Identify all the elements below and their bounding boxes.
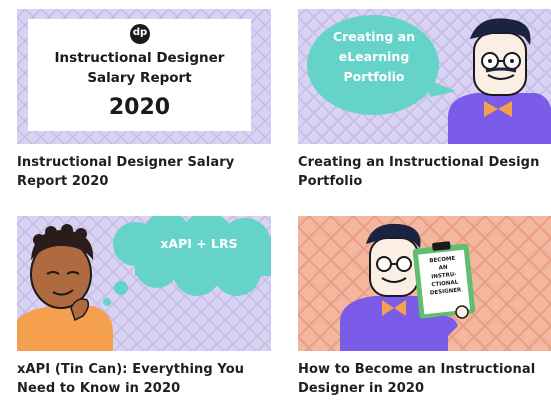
bubble-text-line1: Creating an xyxy=(332,29,416,44)
article-card-xapi[interactable]: xAPI + LRS xAPI (Tin Can): Everything Yo… xyxy=(17,216,271,398)
card-thumbnail[interactable]: dp Instructional Designer Salary Report … xyxy=(17,9,271,144)
bubble-text-line2: eLearning xyxy=(338,49,410,64)
glasses-icon xyxy=(376,256,392,272)
card-title-link[interactable]: xAPI (Tin Can): Everything You Need to K… xyxy=(17,360,271,398)
card-thumbnail[interactable]: xAPI + LRS xyxy=(17,216,271,351)
report-heading-line1: Instructional Designer xyxy=(54,50,225,66)
card-title-link[interactable]: Instructional Designer Salary Report 202… xyxy=(17,153,271,191)
card-title-link[interactable]: How to Become an Instructional Designer … xyxy=(298,360,551,398)
bubble-text-line3: Portfolio xyxy=(343,69,405,84)
article-card-become-id[interactable]: BECOME AN INSTRU- CTIONAL DESIGNER How t… xyxy=(298,216,551,398)
card-thumbnail[interactable]: BECOME AN INSTRU- CTIONAL DESIGNER xyxy=(298,216,551,351)
sign-text: BECOME AN INSTRU- CTIONAL DESIGNER xyxy=(420,254,468,298)
person-body-icon xyxy=(448,93,551,144)
article-card-salary-report[interactable]: dp Instructional Designer Salary Report … xyxy=(17,9,271,191)
report-heading-line2: Salary Report xyxy=(87,70,192,86)
article-card-portfolio[interactable]: Creating an eLearning Portfolio Creating… xyxy=(298,9,551,191)
report-year: 2020 xyxy=(108,95,171,120)
card-thumbnail[interactable]: Creating an eLearning Portfolio xyxy=(298,9,551,144)
card-title-link[interactable]: Creating an Instructional Design Portfol… xyxy=(298,153,551,191)
dp-logo: dp xyxy=(132,27,148,38)
person-body-icon xyxy=(17,306,113,351)
bubble-text: xAPI + LRS xyxy=(160,236,238,251)
